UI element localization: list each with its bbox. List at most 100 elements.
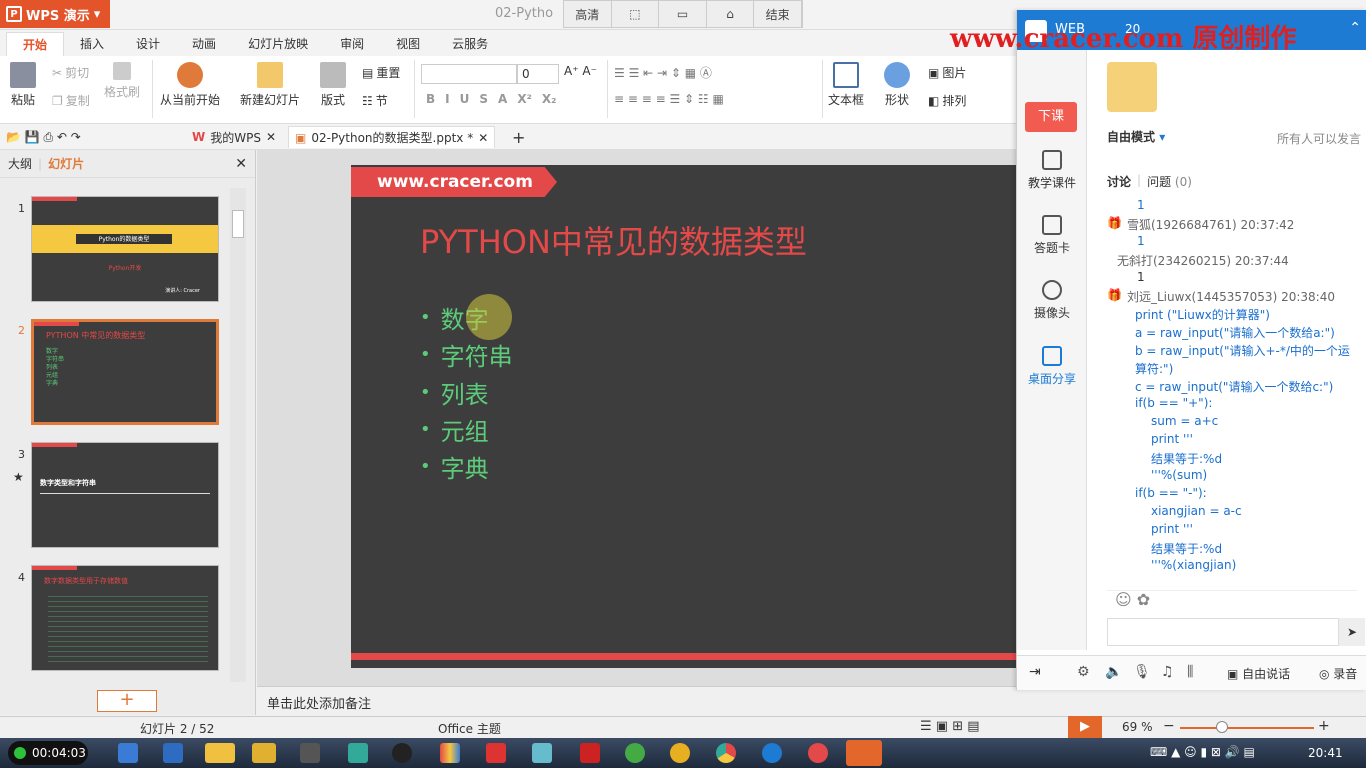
exit-icon[interactable]: ⇥: [1029, 664, 1041, 680]
chat-input[interactable]: [1107, 618, 1339, 646]
tab-cloud[interactable]: 云服务: [436, 32, 504, 56]
my-wps-tab[interactable]: W 我的WPS ✕: [186, 126, 282, 148]
new-tab-button[interactable]: +: [506, 126, 531, 148]
taskbar-app-icon[interactable]: [580, 743, 600, 763]
speaker-icon[interactable]: 🔈: [1105, 664, 1122, 680]
zoom-slider[interactable]: [1180, 727, 1314, 729]
section-button[interactable]: ☷ 节: [362, 92, 388, 109]
subscript-button[interactable]: X₂: [542, 92, 557, 106]
strike-button[interactable]: S: [479, 92, 488, 106]
recording-indicator[interactable]: 00:04:03: [8, 741, 88, 765]
slide-title[interactable]: PYTHON中常见的数据类型: [420, 217, 807, 263]
slide-bullet[interactable]: • 字典: [420, 449, 489, 484]
notes-area[interactable]: 单击此处添加备注: [257, 686, 1017, 716]
italic-button[interactable]: I: [445, 92, 449, 106]
send-icon[interactable]: ➤: [1339, 618, 1365, 646]
tab-slideshow[interactable]: 幻灯片放映: [232, 32, 324, 56]
add-slide-button[interactable]: +: [97, 690, 157, 712]
taskbar-app-icon[interactable]: [532, 743, 552, 763]
slide-thumbnail-4[interactable]: 数字数据类型用于存储数值: [31, 565, 219, 671]
close-icon[interactable]: ✕: [478, 131, 488, 145]
textbox-button[interactable]: 文本框: [828, 62, 864, 108]
font-name-combo[interactable]: [421, 64, 517, 84]
emoji-icon[interactable]: ☺ ✿: [1115, 590, 1150, 609]
wps-menu-button[interactable]: P WPS 演示 ▾: [0, 0, 110, 28]
mixer-icon[interactable]: ⫼: [1187, 664, 1193, 680]
taskbar-app-icon[interactable]: [348, 743, 368, 763]
zoom-out-button[interactable]: −: [1163, 718, 1175, 734]
tab-view[interactable]: 视图: [380, 32, 436, 56]
desktop-share-button[interactable]: 桌面分享: [1017, 346, 1087, 387]
zoom-thumb[interactable]: [1216, 721, 1228, 733]
new-slide-button[interactable]: 新建幻灯片: [240, 62, 300, 108]
taskbar-app-icon[interactable]: [252, 743, 276, 763]
arrange-button[interactable]: ◧ 排列: [928, 92, 966, 109]
tab-discuss[interactable]: 讨论: [1107, 173, 1131, 190]
tray-icons[interactable]: ⌨ ▲ ☺ ▮ ⊠ 🔊 ▤: [1150, 745, 1255, 759]
taskbar-app-icon[interactable]: [300, 743, 320, 763]
layout-button[interactable]: 版式: [320, 62, 346, 108]
paste-button[interactable]: 粘贴: [10, 62, 36, 108]
zoom-in-button[interactable]: +: [1318, 718, 1330, 734]
taskbar-app-icon[interactable]: [625, 743, 645, 763]
tab-slides[interactable]: 幻灯片: [48, 155, 84, 172]
answer-card-button[interactable]: 答题卡: [1017, 215, 1087, 256]
slide-bullet[interactable]: • 列表: [420, 375, 489, 410]
font-style-buttons[interactable]: B I U S A X² X₂: [426, 92, 556, 106]
window-icon[interactable]: ▭: [659, 1, 707, 27]
mode-dropdown[interactable]: 自由模式 ▾: [1107, 128, 1165, 145]
font-grow-button[interactable]: A⁺ A⁻: [564, 64, 597, 78]
current-slide[interactable]: www.cracer.com PYTHON中常见的数据类型 • 数字 • 字符串 •…: [351, 165, 1016, 668]
tab-outline[interactable]: 大纲: [8, 155, 32, 172]
taskbar-app-icon[interactable]: [486, 743, 506, 763]
superscript-button[interactable]: X²: [517, 92, 532, 106]
from-current-button[interactable]: 从当前开始: [160, 62, 220, 108]
slide-bullet[interactable]: • 元组: [420, 412, 489, 447]
microphone-icon[interactable]: 🎙: [1133, 664, 1151, 680]
taskbar-app-icon[interactable]: [440, 743, 460, 763]
play-slideshow-button[interactable]: ▶: [1068, 716, 1102, 738]
tab-design[interactable]: 设计: [120, 32, 176, 56]
taskbar-app-icon[interactable]: [118, 743, 138, 763]
font-size-combo[interactable]: 0: [517, 64, 559, 84]
tab-question[interactable]: 问题 (0): [1147, 173, 1192, 190]
view-normal-icon[interactable]: ☰ ▣ ⊞ ▤: [920, 719, 980, 734]
slide-thumbnail-3[interactable]: 数字类型和字符串: [31, 442, 219, 548]
tab-insert[interactable]: 插入: [64, 32, 120, 56]
close-icon[interactable]: ✕: [235, 156, 247, 172]
tab-home[interactable]: 开始: [6, 32, 65, 56]
record-button[interactable]: ◎ 录音: [1319, 665, 1357, 682]
current-doc-tab[interactable]: ▣ 02-Python的数据类型.pptx * ✕: [288, 126, 496, 148]
reset-button[interactable]: ▤ 重置: [362, 64, 400, 81]
camera-button[interactable]: 摄像头: [1017, 280, 1087, 321]
tab-review[interactable]: 审阅: [324, 32, 380, 56]
tab-animation[interactable]: 动画: [176, 32, 232, 56]
paragraph-tools[interactable]: ☰ ☰ ⇤ ⇥ ⇕ ▦ Ⓐ: [614, 64, 712, 81]
shape-button[interactable]: 形状: [884, 62, 910, 108]
hd-button[interactable]: 高清: [564, 1, 612, 27]
taskbar-app-icon[interactable]: [163, 743, 183, 763]
font-color-button[interactable]: A: [498, 92, 507, 106]
thumbnail-scrollbar[interactable]: [230, 188, 246, 682]
taskbar-app-icon[interactable]: [670, 743, 690, 763]
underline-button[interactable]: U: [460, 92, 470, 106]
taskbar-app-icon[interactable]: [205, 743, 235, 763]
music-icon[interactable]: ♫: [1161, 664, 1174, 680]
copy-button[interactable]: ❐ 复制: [52, 92, 90, 109]
align-tools[interactable]: ≡ ≡ ≡ ≡ ☰ ⇕ ☷ ▦: [614, 92, 724, 106]
courseware-button[interactable]: 教学课件: [1017, 150, 1087, 191]
cut-button[interactable]: ✂ 剪切: [52, 64, 89, 81]
region-icon[interactable]: ⬚: [612, 1, 660, 27]
bold-button[interactable]: B: [426, 92, 435, 106]
collapse-icon[interactable]: ⌃: [1349, 20, 1361, 36]
slide-bullet[interactable]: • 字符串: [420, 337, 513, 372]
quick-access-toolbar[interactable]: 📂 💾 ⎙ ↶ ↷: [0, 126, 87, 148]
wps-taskbar-icon[interactable]: [846, 740, 882, 766]
teamviewer-icon[interactable]: [762, 743, 782, 763]
qq-icon[interactable]: [392, 743, 412, 763]
close-icon[interactable]: ✕: [266, 130, 276, 144]
end-class-button[interactable]: 下课: [1025, 102, 1077, 132]
slide-thumbnail-1[interactable]: Python的数据类型 Python开发 演讲人: Cracer: [31, 196, 219, 302]
home-icon[interactable]: ⌂: [707, 1, 755, 27]
free-talk-button[interactable]: ▣ 自由说话: [1227, 665, 1290, 682]
